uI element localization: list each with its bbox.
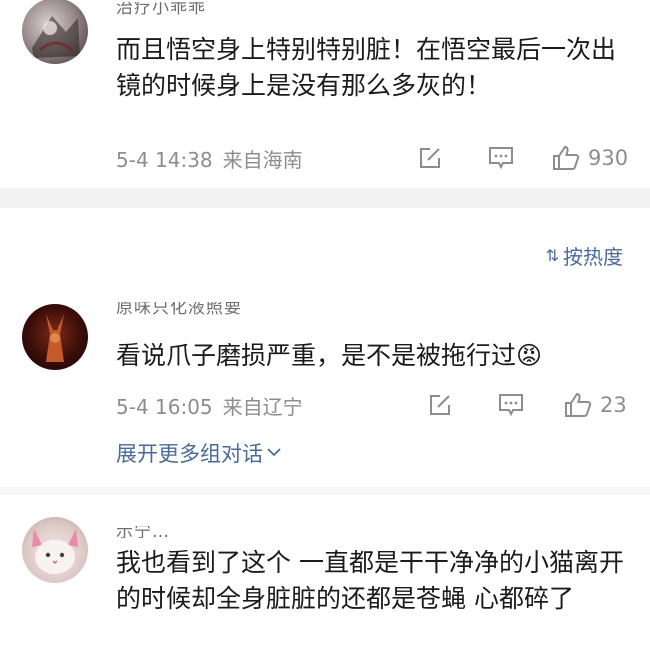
avatar[interactable]	[22, 517, 88, 583]
comment-icon	[489, 147, 513, 170]
timestamp: 5-4 16:05	[116, 394, 213, 419]
like-count: 23	[600, 393, 627, 417]
comment-meta: 5-4 16:05 来自辽宁 23	[116, 390, 630, 420]
comment-meta-text: 5-4 16:05 来自辽宁	[116, 391, 303, 420]
thumbs-up-icon	[565, 392, 592, 417]
comment-text: 我也看到了这个 一直都是干干净净的小猫离开的时候却全身脏脏的还都是苍蝇 心都碎了	[116, 548, 624, 613]
comment-text: 而且悟空身上特别特别脏！在悟空最后一次出镜的时候身上是没有那么多灰的！	[116, 35, 617, 100]
timestamp: 5-4 14:38	[116, 147, 213, 172]
comment-meta-text: 5-4 14:38 来自海南	[116, 144, 303, 173]
sort-label: 按热度	[563, 244, 623, 269]
section-divider	[0, 188, 650, 208]
comment-meta: 5-4 14:38 来自海南 930	[116, 143, 630, 173]
location: 来自辽宁	[222, 394, 303, 419]
like-button[interactable]: 23	[564, 390, 627, 420]
comment-text: 看说爪子磨损严重，是不是被拖行过😡	[116, 341, 543, 370]
avatar[interactable]	[22, 0, 88, 64]
username[interactable]: 原味只化液照要	[116, 302, 242, 316]
thumbs-up-icon	[553, 145, 580, 170]
like-count: 930	[588, 146, 629, 170]
share-icon	[420, 148, 440, 168]
expand-conversation-link[interactable]: 展开更多组对话	[116, 438, 281, 468]
section-divider	[0, 487, 650, 495]
expand-label: 展开更多组对话	[116, 442, 263, 466]
comment-button[interactable]	[498, 390, 524, 420]
username[interactable]: 示宁…	[116, 526, 170, 538]
chevron-down-icon	[267, 445, 281, 461]
comment-icon	[499, 394, 523, 417]
share-button[interactable]	[418, 143, 442, 173]
avatar[interactable]	[22, 304, 88, 370]
comment-button[interactable]	[488, 143, 514, 173]
share-icon	[430, 395, 450, 415]
location: 来自海南	[222, 147, 303, 172]
share-button[interactable]	[428, 390, 452, 420]
sort-button[interactable]: ⇅ 按热度	[546, 240, 623, 270]
sort-icon: ⇅	[545, 245, 559, 265]
username[interactable]: 治疗小乖乖	[116, 2, 206, 16]
like-button[interactable]: 930	[552, 143, 628, 173]
